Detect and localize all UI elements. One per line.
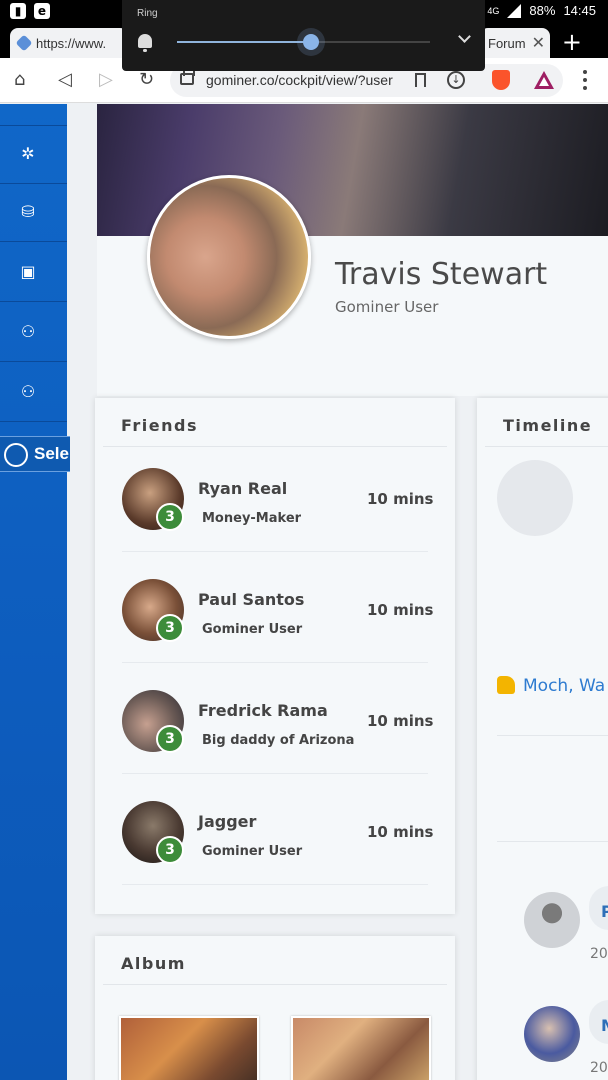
- avatar[interactable]: [524, 1006, 580, 1062]
- divider: [103, 984, 447, 985]
- divider: [122, 551, 428, 552]
- friends-card: Friends 3 Ryan Real Money-Maker 10 mins …: [95, 398, 455, 914]
- volume-knob[interactable]: [303, 34, 320, 50]
- sidebar-item-id-card[interactable]: ▣: [0, 244, 67, 302]
- new-tab-icon[interactable]: +: [562, 30, 582, 54]
- friend-time: 10 mins: [367, 490, 434, 508]
- like-names: Moch, Wa: [523, 676, 606, 696]
- sidebar-item-top[interactable]: [0, 104, 67, 126]
- sidebar-item-network[interactable]: ✲: [0, 126, 67, 184]
- timeline-commenter[interactable]: P: [601, 902, 608, 921]
- signal-icon: [507, 3, 522, 18]
- album-photo[interactable]: [291, 1016, 431, 1080]
- sidebar: ✲ ⛁ ▣ ⚇ ⚇ Sele: [0, 104, 70, 1080]
- timeline-date: 20: [590, 1060, 608, 1076]
- clock: 14:45: [563, 3, 596, 18]
- download-icon[interactable]: ↓: [447, 71, 465, 89]
- friend-time: 10 mins: [367, 823, 434, 841]
- url-text: gominer.co/cockpit/view/?user: [206, 72, 393, 88]
- user-settings-icon: ⚇: [20, 382, 36, 401]
- friend-name[interactable]: Paul Santos: [198, 590, 304, 609]
- network-icon: ✲: [21, 144, 35, 163]
- profile-role: Gominer User: [335, 298, 439, 316]
- sidebar-item-user-settings[interactable]: ⚇: [0, 364, 67, 422]
- close-tab-icon[interactable]: ✕: [532, 33, 545, 53]
- timeline-date: 20: [590, 946, 608, 962]
- friend-time: 10 mins: [367, 712, 434, 730]
- divider: [497, 735, 608, 736]
- coins-icon: ⛁: [21, 202, 35, 221]
- divider: [103, 446, 447, 447]
- forward-icon[interactable]: ▷: [99, 70, 113, 90]
- thumbs-up-icon: [497, 676, 515, 694]
- friend-level-badge: 3: [156, 503, 184, 531]
- tab-title: Forum: [488, 35, 526, 51]
- album-photo[interactable]: [119, 1016, 259, 1080]
- divider: [122, 884, 428, 885]
- timeline-title: Timeline: [503, 416, 593, 435]
- chevron-down-icon[interactable]: [458, 30, 471, 43]
- network-type: 4G: [487, 5, 500, 16]
- volume-fill: [177, 41, 312, 43]
- timeline-avatar-placeholder: [497, 460, 573, 536]
- globe-icon: [4, 443, 28, 467]
- friend-level-badge: 3: [156, 836, 184, 864]
- friends-title: Friends: [121, 416, 198, 435]
- volume-slider[interactable]: [177, 34, 430, 50]
- more-menu-icon[interactable]: [583, 70, 587, 90]
- id-card-icon: ▣: [20, 262, 36, 281]
- tab-title: https://www.: [36, 35, 107, 51]
- friend-item[interactable]: 3 Paul Santos Gominer User 10 mins: [95, 579, 455, 690]
- friend-level-badge: 3: [156, 614, 184, 642]
- friend-name[interactable]: Jagger: [198, 812, 256, 831]
- site-favicon-icon: [15, 34, 33, 52]
- friend-title: Gominer User: [202, 844, 303, 859]
- profile-avatar[interactable]: [147, 175, 311, 339]
- avatar[interactable]: [524, 892, 580, 948]
- friend-item[interactable]: 3 Jagger Gominer User 10 mins: [95, 801, 455, 912]
- friend-name[interactable]: Fredrick Rama: [198, 701, 328, 720]
- friend-title: Money-Maker: [202, 511, 302, 526]
- divider: [122, 662, 428, 663]
- timeline-commenter[interactable]: M: [601, 1016, 608, 1035]
- friend-title: Gominer User: [202, 622, 303, 637]
- bell-icon[interactable]: [138, 34, 152, 52]
- timeline-card: Timeline Moch, Wa P 20 M 20: [477, 398, 608, 1080]
- browser-notification-icon: e: [34, 3, 50, 19]
- friend-level-badge: 3: [156, 725, 184, 753]
- app-notification-icon: ▮: [10, 3, 26, 19]
- page-content: ✲ ⛁ ▣ ⚇ ⚇ Sele Travis Stewart Gominer Us…: [0, 104, 608, 1080]
- select-language[interactable]: Sele: [0, 436, 70, 472]
- volume-label: Ring: [137, 8, 158, 19]
- divider: [497, 841, 608, 842]
- bookmark-icon[interactable]: [415, 73, 426, 87]
- friend-name[interactable]: Ryan Real: [198, 479, 287, 498]
- friend-item[interactable]: 3 Ryan Real Money-Maker 10 mins: [95, 468, 455, 579]
- back-icon[interactable]: ◁: [58, 70, 72, 90]
- timeline-like-link[interactable]: Moch, Wa: [497, 676, 605, 696]
- volume-panel: Ring: [122, 0, 485, 71]
- brave-rewards-icon[interactable]: [534, 71, 554, 89]
- select-language-label: Sele: [34, 444, 69, 463]
- sidebar-item-user-edit[interactable]: ⚇: [0, 304, 67, 362]
- brave-shields-icon[interactable]: [492, 70, 510, 90]
- tab-active[interactable]: https://www.: [10, 28, 128, 58]
- album-title: Album: [121, 954, 186, 973]
- profile-name: Travis Stewart: [335, 257, 548, 292]
- album-card: Album: [95, 936, 455, 1080]
- divider: [122, 773, 428, 774]
- home-icon[interactable]: ⌂: [14, 70, 25, 90]
- friend-title: Big daddy of Arizona: [202, 733, 355, 748]
- user-edit-icon: ⚇: [20, 322, 36, 341]
- sidebar-item-coins[interactable]: ⛁: [0, 184, 67, 242]
- tab-forum[interactable]: Forum ✕: [480, 28, 550, 58]
- lock-icon[interactable]: [180, 66, 195, 85]
- friend-item[interactable]: 3 Fredrick Rama Big daddy of Arizona 10 …: [95, 690, 455, 801]
- friend-time: 10 mins: [367, 601, 434, 619]
- divider: [485, 446, 608, 447]
- reload-icon[interactable]: ↻: [139, 70, 154, 90]
- battery-level: 88%: [529, 3, 556, 18]
